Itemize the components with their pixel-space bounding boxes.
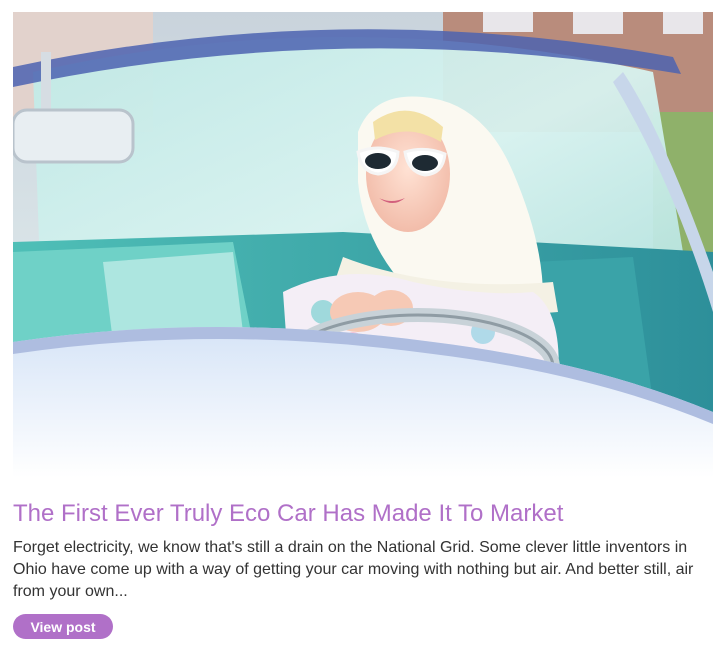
post-excerpt: Forget electricity, we know that's still… (13, 539, 694, 600)
post-title-link[interactable]: The First Ever Truly Eco Car Has Made It… (13, 498, 713, 530)
post-featured-image[interactable] (13, 12, 713, 478)
view-post-button[interactable]: View post (13, 614, 113, 639)
blog-post-card: The First Ever Truly Eco Car Has Made It… (0, 0, 723, 646)
